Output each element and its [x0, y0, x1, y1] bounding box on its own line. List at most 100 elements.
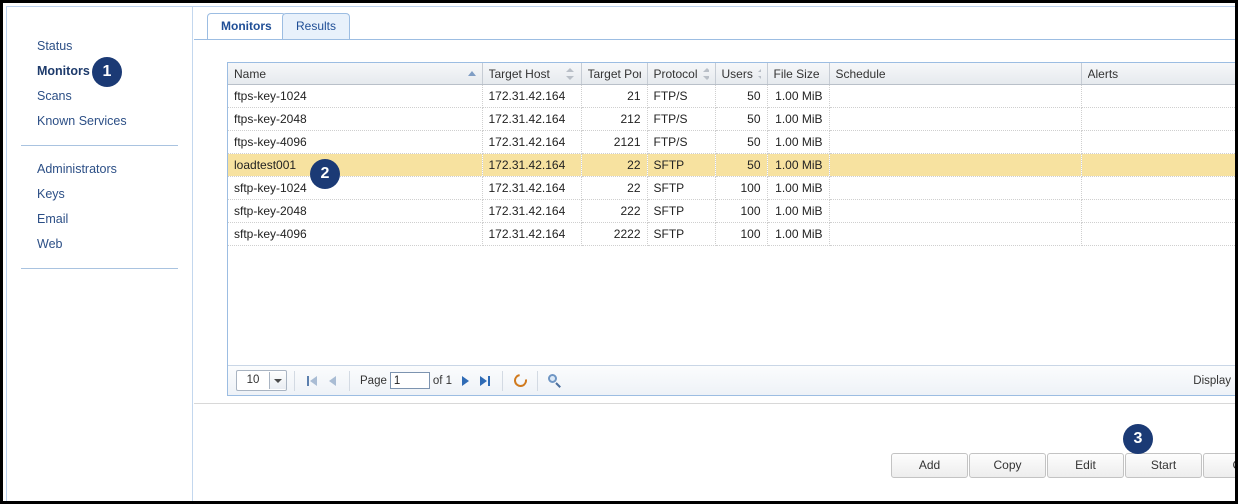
cell-schedule [829, 130, 1082, 154]
search-icon[interactable] [545, 371, 565, 391]
sidebar-item-label: Scans [37, 89, 72, 103]
cell-users: 100 [715, 176, 768, 200]
sidebar-item-label: Web [37, 237, 63, 251]
column-header-name[interactable]: Name [228, 63, 483, 85]
cell-name: ftps-key-1024 [228, 84, 483, 108]
cell-alerts [1081, 176, 1235, 200]
grid-pager: 10 Page of 1 [228, 365, 1235, 395]
page-label: Page [360, 374, 387, 387]
cell-schedule [829, 84, 1082, 108]
annotation-badge-2: 2 [310, 159, 340, 189]
tab-monitors[interactable]: Monitors [207, 13, 286, 40]
column-header-protocol[interactable]: Protocol [647, 63, 716, 85]
annotation-badge-1: 1 [92, 57, 122, 87]
column-header-label: Users [721, 66, 753, 81]
sidebar-item-label: Known Services [37, 114, 127, 128]
table-row[interactable]: sftp-key-1024 172.31.42.164 22 SFTP 100 … [228, 176, 1235, 200]
cell-users: 50 [715, 130, 768, 154]
column-header-label: Alerts [1087, 66, 1119, 81]
cell-alerts [1081, 153, 1235, 177]
sidebar-item-known-services[interactable]: Known Services [7, 109, 192, 134]
pager-divider [502, 370, 504, 391]
cell-name: sftp-key-2048 [228, 199, 483, 223]
annotation-badge-3: 3 [1123, 424, 1153, 454]
cell-file-size: 1.00 MiB [767, 130, 830, 154]
clear-button[interactable]: Cle [1203, 453, 1235, 478]
column-header-alerts[interactable]: Alerts [1081, 63, 1235, 85]
sort-ascending-icon [467, 71, 476, 76]
table-row[interactable]: sftp-key-2048 172.31.42.164 222 SFTP 100… [228, 199, 1235, 223]
sidebar-item-status[interactable]: Status [7, 34, 192, 59]
cell-target-host: 172.31.42.164 [482, 153, 582, 177]
cell-target-host: 172.31.42.164 [482, 176, 582, 200]
cell-name: sftp-key-4096 [228, 222, 483, 246]
page-size-select[interactable]: 10 [236, 370, 287, 391]
tab-content-monitors: Name Target Host Target Port Protocol Us… [194, 40, 1235, 404]
sidebar-item-web[interactable]: Web [7, 232, 192, 257]
copy-button[interactable]: Copy [969, 453, 1046, 478]
column-header-label: Name [234, 66, 267, 81]
cell-protocol: SFTP [647, 153, 716, 177]
sidebar-item-email[interactable]: Email [7, 207, 192, 232]
cell-target-port: 2222 [581, 222, 648, 246]
cell-file-size: 1.00 MiB [767, 199, 830, 223]
cell-users: 50 [715, 153, 768, 177]
page-number-input[interactable] [389, 372, 430, 389]
table-body: ftps-key-1024 172.31.42.164 21 FTP/S 50 … [228, 84, 1235, 246]
cell-protocol: SFTP [647, 176, 716, 200]
table-row-selected[interactable]: loadtest001 172.31.42.164 22 SFTP 50 1.0… [228, 153, 1235, 177]
tab-results[interactable]: Results [282, 13, 351, 40]
column-header-schedule[interactable]: Schedule [829, 63, 1082, 85]
pager-display-label: Display [1193, 374, 1231, 387]
column-header-label: Target Host [488, 66, 550, 81]
monitors-table: Name Target Host Target Port Protocol Us… [228, 63, 1235, 246]
table-row[interactable]: sftp-key-4096 172.31.42.164 2222 SFTP 10… [228, 222, 1235, 246]
sidebar-item-keys[interactable]: Keys [7, 182, 192, 207]
monitors-grid: Name Target Host Target Port Protocol Us… [227, 62, 1235, 396]
add-button[interactable]: Add [891, 453, 968, 478]
sidebar-item-label: Monitors [37, 64, 90, 78]
column-header-target-port[interactable]: Target Port [581, 63, 648, 85]
first-page-icon[interactable] [302, 371, 322, 391]
page-count-label: of 1 [432, 374, 453, 387]
pager-divider [537, 370, 539, 391]
edit-button[interactable]: Edit [1047, 453, 1124, 478]
next-page-icon[interactable] [455, 371, 475, 391]
page-size-value: 10 [246, 374, 260, 386]
sidebar-item-scans[interactable]: Scans [7, 84, 192, 109]
cell-target-host: 172.31.42.164 [482, 222, 582, 246]
sidebar-divider-bottom [21, 268, 178, 269]
previous-page-icon[interactable] [322, 371, 342, 391]
button-label: Copy [993, 458, 1022, 472]
main-panel: Monitors Results Name Target Host Target… [194, 7, 1235, 501]
last-page-icon[interactable] [475, 371, 495, 391]
sidebar-group-secondary: Administrators Keys Email Web [7, 157, 192, 257]
cell-file-size: 1.00 MiB [767, 153, 830, 177]
column-header-users[interactable]: Users [715, 63, 768, 85]
sidebar-item-administrators[interactable]: Administrators [7, 157, 192, 182]
tab-label: Monitors [221, 19, 272, 33]
chevron-down-icon [269, 372, 286, 389]
refresh-icon[interactable] [510, 371, 530, 391]
table-row[interactable]: ftps-key-4096 172.31.42.164 2121 FTP/S 5… [228, 130, 1235, 154]
cell-users: 50 [715, 107, 768, 131]
column-header-label: File Size [773, 66, 820, 81]
cell-protocol: FTP/S [647, 130, 716, 154]
button-label: Add [918, 458, 941, 472]
start-button[interactable]: Start [1125, 453, 1202, 478]
cell-protocol: SFTP [647, 199, 716, 223]
cell-target-host: 172.31.42.164 [482, 84, 582, 108]
cell-users: 100 [715, 222, 768, 246]
cell-target-port: 2121 [581, 130, 648, 154]
table-row[interactable]: ftps-key-2048 172.31.42.164 212 FTP/S 50… [228, 107, 1235, 131]
button-label: Start [1150, 458, 1177, 472]
table-row[interactable]: ftps-key-1024 172.31.42.164 21 FTP/S 50 … [228, 84, 1235, 108]
cell-file-size: 1.00 MiB [767, 222, 830, 246]
column-header-label: Protocol [653, 66, 698, 81]
column-header-file-size[interactable]: File Size [767, 63, 830, 85]
column-header-target-host[interactable]: Target Host [482, 63, 582, 85]
cell-alerts [1081, 130, 1235, 154]
cell-target-host: 172.31.42.164 [482, 107, 582, 131]
cell-target-host: 172.31.42.164 [482, 130, 582, 154]
cell-name: ftps-key-4096 [228, 130, 483, 154]
